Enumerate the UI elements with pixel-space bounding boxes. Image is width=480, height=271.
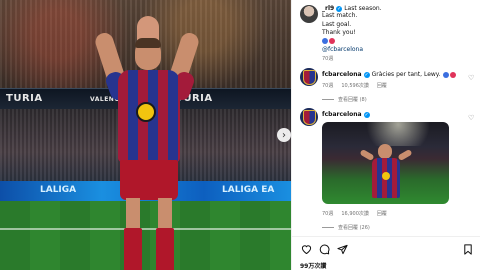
comments-scroll-area[interactable]: _rl9 ✓ Last season. Last match. Last goal.…: [292, 0, 480, 236]
player-hair: [135, 38, 161, 48]
thumb-player-arm-right: [397, 148, 413, 162]
caption-emoji-row: [322, 38, 363, 47]
comment-1-text: Gràcies per tant, Lewy.: [371, 71, 441, 78]
comment-2-like-heart-icon[interactable]: ♡: [468, 114, 474, 122]
player-sock-right: [156, 228, 174, 270]
barca-crest-icon: [302, 69, 316, 85]
chevron-right-icon: ›: [282, 129, 286, 141]
blue-heart-icon: [322, 38, 328, 44]
comment-1-meta: 70週 10,596次讚 回覆: [322, 82, 395, 89]
post-photo: TURIA VALENCIA TURIA LALIGA LALIGA EA: [0, 0, 291, 270]
comment-2-meta: 70週 16,900次讚 回覆: [322, 210, 395, 217]
player-shorts: [120, 160, 178, 200]
caption-line-2: Last match.: [322, 12, 358, 19]
comment-2-view-replies[interactable]: 查看回覆 (26): [322, 224, 370, 231]
heart-icon[interactable]: [300, 243, 312, 255]
comment-icon[interactable]: [318, 243, 330, 255]
player-figure: [93, 10, 201, 270]
comment-1-time: 70週: [322, 83, 334, 89]
verified-badge-icon: ✓: [363, 111, 370, 118]
stadium-lights: [322, 122, 449, 146]
adboard-text-right: LALIGA EA: [222, 185, 275, 195]
bookmark-icon[interactable]: [462, 243, 474, 255]
instagram-post-viewer: TURIA VALENCIA TURIA LALIGA LALIGA EA › …: [0, 0, 480, 270]
blue-heart-icon: [442, 71, 449, 78]
post-likes-count[interactable]: 99万次讚: [300, 261, 326, 270]
caption-header: _rl9 ✓ Last season.: [322, 5, 382, 12]
comment-1-view-replies[interactable]: 查看回覆 (8): [322, 96, 367, 103]
caption-body: Last match. Last goal. Thank you! @fcbar…: [322, 12, 363, 55]
replies-dash: [322, 227, 334, 228]
comment-1-reply-button[interactable]: 回覆: [377, 83, 387, 89]
red-heart-icon: [449, 71, 456, 78]
jersey-sponsor-logo: [136, 102, 156, 122]
post-action-bar: 99万次讚: [292, 236, 480, 271]
thumb-player-arm-left: [359, 148, 375, 162]
comment-2-likes[interactable]: 16,900次讚: [341, 211, 369, 217]
replies-dash: [322, 99, 334, 100]
comment-2-media-thumbnail[interactable]: [322, 122, 449, 204]
band-text-left: TURIA: [6, 93, 43, 104]
caption-line-3: Last goal.: [322, 20, 352, 28]
author-username[interactable]: _rl9: [322, 5, 334, 12]
verified-badge-icon: ✓: [363, 71, 370, 78]
comments-panel: _rl9 ✓ Last season. Last match. Last goal.…: [291, 0, 480, 270]
comment-1-avatar[interactable]: [300, 68, 318, 86]
thumb-sponsor-logo: [382, 172, 390, 180]
comment-2-header: fcbarcelona ✓: [322, 111, 372, 118]
comment-1-like-heart-icon[interactable]: ♡: [468, 74, 474, 82]
author-avatar[interactable]: [300, 5, 318, 23]
comment-1-username[interactable]: fcbarcelona: [322, 71, 362, 78]
red-heart-icon: [329, 38, 335, 44]
barca-crest-icon: [302, 109, 316, 125]
caption-line-1: Last season.: [344, 5, 382, 12]
comment-2-avatar[interactable]: [300, 108, 318, 126]
comment-2-reply-button[interactable]: 回覆: [377, 211, 387, 217]
thumb-player-head: [378, 144, 392, 159]
caption-mention-link[interactable]: @fcbarcelona: [322, 46, 363, 55]
adboard-text: LALIGA: [40, 185, 77, 195]
comment-2-view-replies-label: 查看回覆 (26): [338, 225, 370, 231]
comment-2-username[interactable]: fcbarcelona: [322, 111, 362, 118]
comment-1-header: fcbarcelona ✓ Gràcies per tant, Lewy.: [322, 71, 457, 78]
share-icon[interactable]: [336, 243, 348, 255]
comment-1-view-replies-label: 查看回覆 (8): [338, 97, 367, 103]
player-sock-left: [124, 228, 142, 270]
comment-1-likes[interactable]: 10,596次讚: [341, 83, 369, 89]
comment-2-time: 70週: [322, 211, 334, 217]
caption-line-4: Thank you!: [322, 29, 356, 36]
caption-time: 70週: [322, 56, 334, 62]
next-photo-button[interactable]: ›: [277, 128, 291, 142]
verified-badge-icon: ✓: [336, 5, 343, 12]
